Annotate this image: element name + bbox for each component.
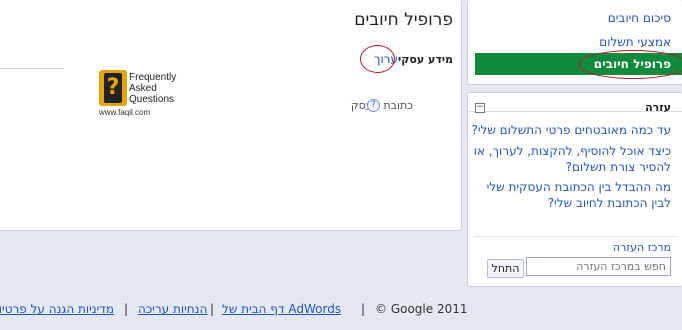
section-title: מידע עסקי [398, 53, 453, 66]
faq-logo-text: Asked [129, 83, 157, 94]
nav-item-label: פרופיל חיובים [593, 57, 671, 71]
footer-link-label[interactable]: דף הבית של AdWords [222, 302, 341, 316]
divider [0, 68, 64, 69]
faq-logo: ? Frequently Asked Questions www.faqil.c… [99, 70, 189, 118]
page-title: פרופיל חיובים [354, 10, 453, 30]
faq-logo-url: www.faqil.com [99, 108, 151, 117]
copyright: © Google 2011 [375, 302, 468, 316]
footer-link-label[interactable]: מדיניות הגנה על פרטיות [0, 302, 114, 316]
nav-item-billing-summary[interactable]: סיכום חיובים [608, 11, 671, 25]
help-icon[interactable]: ? [367, 99, 380, 112]
help-center-link[interactable]: מרכז העזרה [613, 241, 671, 254]
footer-link-label[interactable]: הנחיות עריכה [138, 302, 207, 316]
search-go-button[interactable]: התחל [487, 259, 524, 278]
help-link[interactable]: כיצד אוכל להוסיף, להקצות, לערוך, או להסי… [471, 143, 671, 175]
footer-separator: | [124, 302, 129, 316]
question-mark-icon: ? [104, 73, 122, 103]
business-address-label: כתובת העסק [350, 99, 413, 112]
help-panel: עזרה − עד כמה מאובטחים פרטי התשלום שלי? … [467, 92, 682, 287]
main-panel: פרופיל חיובים מידע עסקי ערוך ? Frequentl… [0, 0, 462, 231]
nav-item-payment-methods[interactable]: אמצעי תשלום [599, 35, 671, 49]
nav-item-billing-profile[interactable]: פרופיל חיובים [475, 53, 682, 75]
divider [474, 236, 677, 237]
footer-link-privacy[interactable]: מדיניות הגנה על פרטיות [0, 302, 114, 316]
footer-link-adwords-home[interactable]: דף הבית של AdWords [222, 302, 341, 316]
faq-logo-text: Questions [129, 94, 175, 105]
help-title: עזרה [645, 101, 671, 114]
footer-link-editorial-guidelines[interactable]: הנחיות עריכה [138, 302, 207, 316]
collapse-icon[interactable]: − [475, 103, 485, 113]
edit-link[interactable]: ערוך [374, 52, 398, 66]
faq-logo-text: Frequently [129, 72, 177, 83]
billing-nav: סיכום חיובים אמצעי תשלום פרופיל חיובים [467, 0, 682, 85]
footer-separator: | [210, 302, 215, 316]
faq-logo-box: ? [99, 70, 127, 106]
footer-separator: | [361, 302, 366, 316]
help-link[interactable]: עד כמה מאובטחים פרטי התשלום שלי? [471, 122, 671, 138]
help-search-input[interactable] [526, 257, 671, 276]
help-link[interactable]: מה ההבדל בין הכתובת העסקית שלי לבין הכתו… [471, 179, 671, 211]
